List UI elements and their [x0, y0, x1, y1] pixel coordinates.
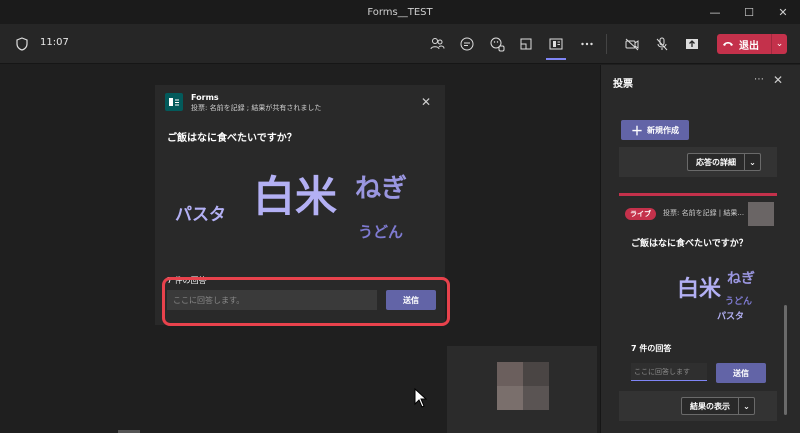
meeting-time: 11:07: [40, 37, 69, 48]
new-poll-label: 新規作成: [647, 125, 679, 135]
poll-question: ご飯はなに食べたいですか？: [631, 239, 748, 249]
window-title: Forms__TEST: [367, 6, 433, 18]
new-poll-button[interactable]: ＋ 新規作成: [621, 120, 689, 140]
maximize-icon[interactable]: ☐: [732, 0, 766, 24]
more-options-icon[interactable]: ⋯: [754, 74, 764, 85]
live-poll-card: ライブ 投票: 名前を記録 | 結果... ご飯はなに食べたいですか？ 白米 ね…: [619, 193, 777, 393]
chevron-down-icon[interactable]: ⌄: [771, 34, 787, 54]
poll-subtitle: 投票: 名前を記録 ; 結果が共有されました: [191, 104, 322, 112]
show-results-label: 結果の表示: [690, 401, 730, 411]
reactions-icon[interactable]: [487, 34, 507, 54]
apps-icon[interactable]: [546, 34, 566, 54]
results-section: 結果の表示 ⌄: [619, 391, 777, 421]
leave-button[interactable]: 退出 ⌄: [717, 34, 787, 54]
polls-panel: 投票 ⋯ ✕ ＋ 新規作成 応答の詳細 ⌄ ライブ 投票: 名前を記録 | 結果…: [600, 65, 800, 433]
close-icon[interactable]: ✕: [421, 95, 431, 109]
mic-off-icon[interactable]: [652, 34, 672, 54]
response-details-button[interactable]: 応答の詳細 ⌄: [687, 153, 761, 171]
poll-subtitle: 投票: 名前を記録 | 結果...: [663, 209, 745, 217]
panel-scrollbar[interactable]: [784, 305, 787, 415]
more-options-icon[interactable]: [577, 34, 597, 54]
chat-icon[interactable]: [457, 34, 477, 54]
show-results-button[interactable]: 結果の表示 ⌄: [681, 397, 755, 415]
panel-title: 投票: [613, 79, 633, 90]
word-cloud-item: 白米: [253, 172, 338, 221]
answer-input[interactable]: [631, 363, 707, 381]
leave-label: 退出: [739, 40, 759, 52]
word-cloud-item: ねぎ: [355, 174, 408, 204]
response-count: 7 件の回答: [631, 344, 672, 353]
word-cloud-item: 白米: [677, 277, 722, 302]
word-cloud-item: うどん: [725, 297, 753, 307]
word-cloud-item: パスタ: [175, 205, 226, 225]
title-bar: Forms__TEST — ☐ ✕: [0, 0, 800, 24]
minimize-icon[interactable]: —: [698, 0, 732, 24]
previous-poll-section: 応答の詳細 ⌄: [619, 147, 777, 177]
word-cloud-item: ねぎ: [727, 271, 755, 287]
live-badge: ライブ: [625, 208, 656, 220]
share-screen-icon[interactable]: [682, 34, 702, 54]
close-icon[interactable]: ✕: [773, 73, 783, 87]
meeting-toolbar: 11:07 退出 ⌄: [0, 24, 800, 64]
shield-icon: [16, 37, 28, 51]
close-window-icon[interactable]: ✕: [766, 0, 800, 24]
participants-icon[interactable]: [427, 34, 447, 54]
chevron-down-icon[interactable]: ⌄: [738, 398, 754, 414]
highlight-annotation: [162, 277, 450, 326]
word-cloud-item: パスタ: [717, 312, 745, 322]
mouse-cursor-icon: [414, 388, 428, 408]
rooms-icon[interactable]: [516, 34, 536, 54]
chevron-down-icon[interactable]: ⌄: [744, 154, 760, 170]
phone-hangup-icon: [717, 40, 739, 48]
toolbar-divider: [606, 34, 607, 54]
participant-avatar: [497, 362, 549, 410]
forms-logo-icon: [165, 93, 183, 111]
camera-off-icon[interactable]: [622, 34, 642, 54]
send-button[interactable]: 送信: [716, 363, 766, 383]
word-cloud-item: うどん: [358, 223, 404, 241]
poll-question: ご飯はなに食べたいですか？: [167, 133, 297, 144]
app-name: Forms: [191, 93, 219, 102]
active-indicator: [546, 58, 566, 60]
poll-thumbnail: [748, 202, 774, 226]
window-controls: — ☐ ✕: [698, 0, 800, 24]
plus-icon: ＋: [630, 123, 643, 138]
response-details-label: 応答の詳細: [696, 157, 736, 167]
